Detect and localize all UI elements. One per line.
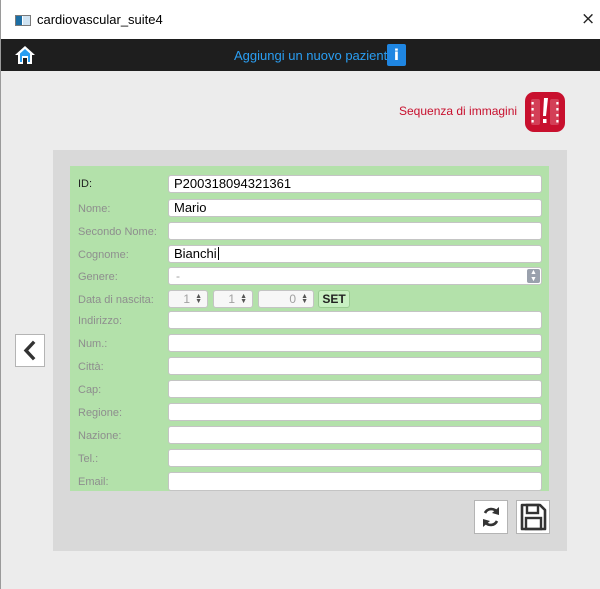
back-button[interactable] [15, 334, 45, 367]
id-label: ID: [78, 178, 93, 190]
genere-select[interactable]: - ▲ ▼ [168, 267, 542, 285]
nome-field[interactable]: Mario [168, 199, 542, 217]
spin-arrows-icon: ▲ ▼ [195, 293, 202, 305]
num-field[interactable] [168, 334, 542, 352]
birth-year-spinner[interactable]: 0 ▲ ▼ [258, 290, 314, 308]
secondo-nome-field[interactable] [168, 222, 542, 240]
data-nascita-label: Data di nascita: [78, 294, 154, 306]
spin-arrows-icon: ▲ ▼ [301, 293, 308, 305]
cap-field[interactable] [168, 380, 542, 398]
save-button[interactable] [516, 500, 550, 534]
tel-field[interactable] [168, 449, 542, 467]
app-window-icon [15, 15, 31, 26]
nazione-label: Nazione: [78, 430, 122, 442]
num-label: Num.: [78, 338, 108, 350]
email-field[interactable] [168, 472, 542, 491]
regione-field[interactable] [168, 403, 542, 421]
select-arrows-icon: ▲ ▼ [527, 269, 540, 283]
indirizzo-label: Indirizzo: [78, 315, 123, 327]
email-label: Email: [78, 476, 109, 488]
spin-arrows-icon: ▲ ▼ [240, 293, 247, 305]
id-field[interactable]: P200318094321361 [168, 175, 542, 193]
cognome-label: Cognome: [78, 249, 129, 261]
birth-day-value: 1 [183, 292, 190, 306]
genere-label: Genere: [78, 271, 118, 283]
window-title: cardiovascular_suite4 [37, 12, 163, 27]
tel-label: Tel.: [78, 453, 99, 465]
genere-selected-value: - [176, 269, 180, 283]
cognome-field[interactable]: Bianchi [168, 245, 542, 263]
nome-label: Nome: [78, 203, 111, 215]
indirizzo-field[interactable] [168, 311, 542, 329]
home-icon[interactable] [14, 45, 36, 65]
title-bar: cardiovascular_suite4 × [1, 0, 600, 39]
cap-label: Cap: [78, 384, 102, 396]
birth-month-value: 1 [228, 292, 235, 306]
save-icon [520, 503, 547, 531]
image-sequence-icon[interactable] [523, 90, 567, 134]
chevron-left-icon [23, 340, 36, 361]
citta-label: Città: [78, 361, 104, 373]
secondo-nome-label: Secondo Nome: [78, 226, 157, 238]
cognome-value: Bianchi [174, 246, 217, 261]
image-sequence-label[interactable]: Sequenza di immagini [399, 104, 517, 118]
nazione-field[interactable] [168, 426, 542, 444]
app-window: cardiovascular_suite4 × Aggiungi un nuov… [0, 0, 600, 589]
regione-label: Regione: [78, 407, 123, 419]
birth-month-spinner[interactable]: 1 ▲ ▼ [213, 290, 253, 308]
birth-day-spinner[interactable]: 1 ▲ ▼ [168, 290, 208, 308]
info-button[interactable]: i [387, 44, 406, 66]
refresh-button[interactable] [474, 500, 508, 534]
page-title: Aggiungi un nuovo paziente [234, 48, 395, 63]
refresh-icon [483, 507, 499, 527]
set-date-button[interactable]: SET [318, 290, 350, 308]
close-window-button[interactable]: × [581, 9, 595, 29]
birth-year-value: 0 [289, 292, 296, 306]
text-caret [217, 247, 219, 260]
citta-field[interactable] [168, 357, 542, 375]
